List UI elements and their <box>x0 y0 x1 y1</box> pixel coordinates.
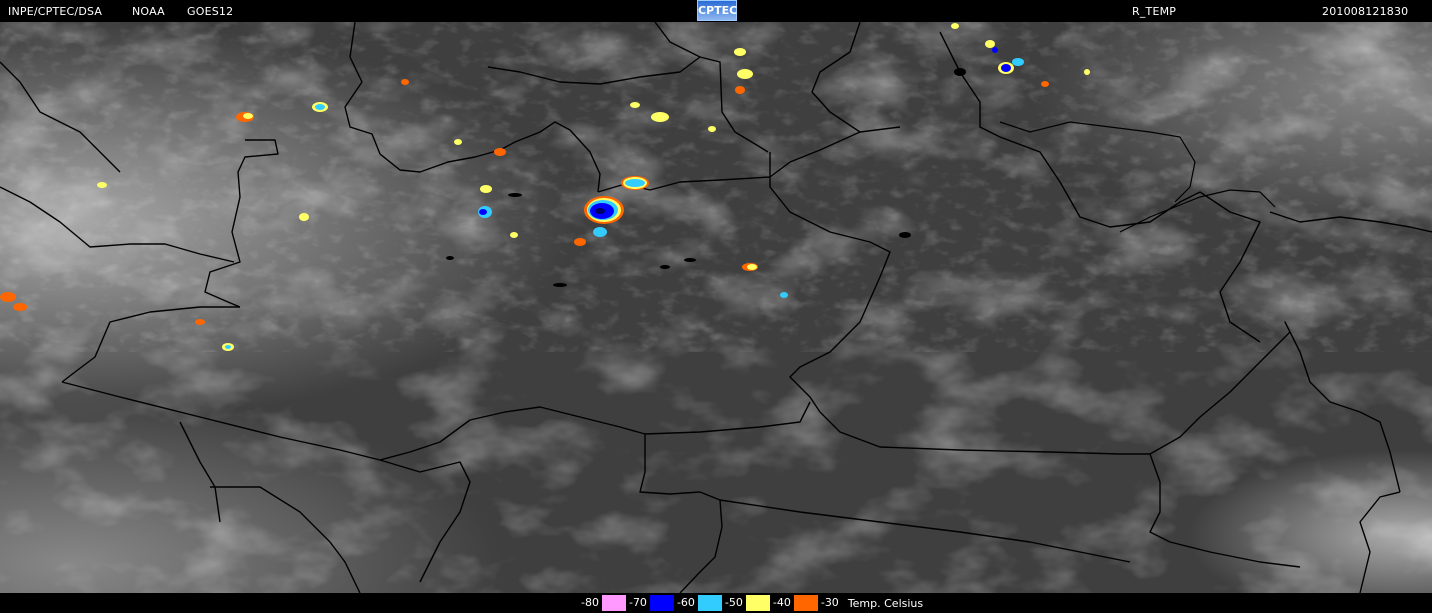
satellite-image <box>0 21 1432 594</box>
cell-a-core <box>315 104 325 110</box>
ne-cell-core <box>1001 64 1011 72</box>
cell-v <box>780 292 788 298</box>
lake-4 <box>553 283 567 287</box>
cell-l-core <box>747 264 757 270</box>
legend-unit: Temp. Celsius <box>847 596 924 610</box>
agency-label: NOAA <box>132 5 165 18</box>
cell-c-core <box>479 209 487 215</box>
cell-h <box>734 48 746 56</box>
cell-g <box>737 69 753 79</box>
cell-f <box>651 112 669 122</box>
cell-q <box>0 292 16 302</box>
cell-x <box>1041 81 1049 87</box>
legend-swatch-1 <box>601 595 626 611</box>
cell-u <box>708 126 716 132</box>
cell-p <box>299 213 309 221</box>
cell-m-core <box>225 345 231 349</box>
ne-cell-4 <box>992 47 998 53</box>
cptec-logo: CPTEC <box>697 0 737 21</box>
temperature-legend: -80 -70 -60 -50 -40 -30 Temp. Celsius <box>0 593 1432 613</box>
ne-cell-5 <box>951 23 959 29</box>
fine-cloud-texture <box>0 22 1432 352</box>
ne-cell-2 <box>1012 58 1024 66</box>
cell-o <box>97 182 107 188</box>
satellite-map-svg <box>0 21 1432 594</box>
cell-d <box>480 185 492 193</box>
timestamp-label: 201008121830 <box>1322 5 1409 18</box>
cell-y <box>510 232 518 238</box>
cell-j <box>593 227 607 237</box>
main-cell-top-cyan <box>625 179 645 187</box>
cell-s <box>454 139 462 145</box>
cell-n <box>195 319 205 325</box>
header-bar: INPE/CPTEC/DSA NOAA GOES12 CPTEC R_TEMP … <box>0 0 1432 22</box>
legend-swatch-5 <box>793 595 818 611</box>
cell-r <box>13 303 27 311</box>
cell-t <box>401 79 409 85</box>
legend-label-2: -70 <box>625 595 650 611</box>
legend-swatch-2 <box>649 595 674 611</box>
main-cell-center <box>595 208 605 214</box>
product-label: R_TEMP <box>1132 5 1177 18</box>
cell-b-core <box>243 113 253 119</box>
legend-label-3: -60 <box>673 595 698 611</box>
cell-i <box>630 102 640 108</box>
lake-7 <box>446 256 454 260</box>
ne-cell-3 <box>985 40 995 48</box>
lake-5 <box>899 232 911 238</box>
legend-swatch-3 <box>697 595 722 611</box>
cell-e <box>494 148 506 156</box>
cell-z <box>735 86 745 94</box>
legend-label-5: -40 <box>769 595 794 611</box>
legend-label-6: -30 <box>817 595 842 611</box>
lake-2 <box>660 265 670 269</box>
satellite-label: GOES12 <box>187 5 234 18</box>
legend-label-1: -80 <box>578 595 602 611</box>
cell-w <box>1084 69 1090 75</box>
lake-1 <box>508 193 522 197</box>
legend-scale: -80 -70 -60 -50 -40 -30 Temp. Celsius <box>578 595 923 611</box>
org-label: INPE/CPTEC/DSA <box>8 5 103 18</box>
legend-label-4: -50 <box>721 595 746 611</box>
lake-3 <box>684 258 696 262</box>
lake-6 <box>954 68 966 76</box>
legend-swatch-4 <box>745 595 770 611</box>
cell-k <box>574 238 586 246</box>
